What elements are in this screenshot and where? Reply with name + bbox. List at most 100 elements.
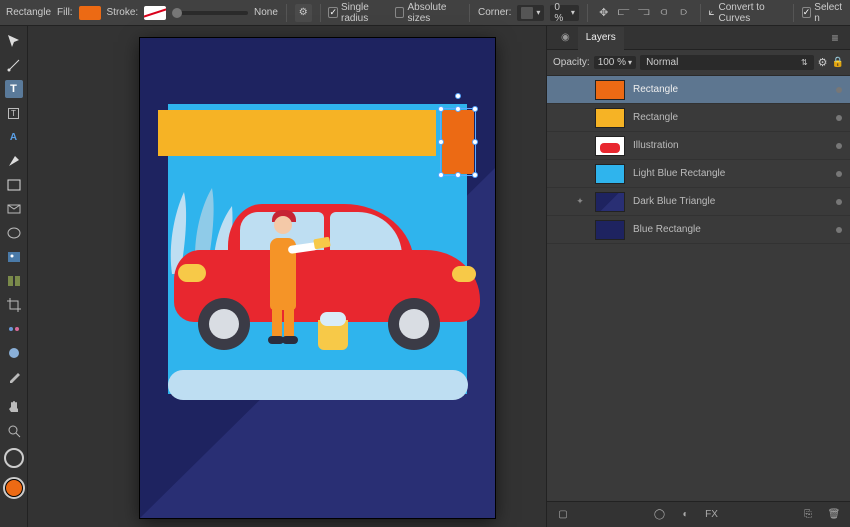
opacity-label: Opacity: <box>553 57 590 68</box>
move-tool[interactable] <box>5 32 23 50</box>
rotate-handle[interactable] <box>455 93 461 99</box>
resize-handle[interactable] <box>472 139 478 145</box>
absolute-sizes-checkbox[interactable]: Absolute sizes <box>395 2 461 24</box>
pan-tool[interactable] <box>5 398 23 416</box>
artboard[interactable] <box>140 38 495 518</box>
separator <box>587 4 588 22</box>
frame-text-tool[interactable]: T <box>5 104 23 122</box>
layer-thumbnail <box>595 80 625 100</box>
fx-button[interactable]: FX <box>704 507 720 523</box>
text-style-tool[interactable]: A <box>5 128 23 146</box>
stroke-swatch[interactable] <box>144 6 166 20</box>
zoom-tool[interactable] <box>5 422 23 440</box>
opacity-field[interactable]: 100 %▾ <box>594 56 636 69</box>
panel-tab-icon[interactable]: ◉ <box>553 26 578 49</box>
corner-value-field[interactable]: 0 %▾ <box>550 5 578 21</box>
pen-tool[interactable] <box>5 152 23 170</box>
select-next-checkbox[interactable]: Select n <box>802 2 844 24</box>
selection-bounding-box <box>440 108 476 176</box>
layer-options-icon[interactable]: ⚙ <box>818 56 828 69</box>
headlight <box>178 264 206 282</box>
stepper-icon: ▾ <box>571 8 575 17</box>
layers-tab[interactable]: Layers <box>578 27 624 50</box>
layer-thumbnail <box>595 108 625 128</box>
layers-panel: ◉ Layers ≡ Opacity: 100 %▾ Normal⇅ ⚙ 🔒 R… <box>546 26 850 527</box>
yellow-rectangle-layer[interactable] <box>158 110 436 156</box>
stock-tool[interactable] <box>5 272 23 290</box>
visibility-dot[interactable] <box>836 87 842 93</box>
resize-handle[interactable] <box>455 106 461 112</box>
convert-to-curves-button[interactable]: ⟀ Convert to Curves <box>709 2 785 24</box>
eyedropper-tool[interactable] <box>5 368 23 386</box>
layer-row[interactable]: Light Blue Rectangle <box>547 160 850 188</box>
visibility-dot[interactable] <box>836 143 842 149</box>
stroke-width-slider[interactable] <box>172 11 248 15</box>
layer-name: Rectangle <box>633 84 828 95</box>
layer-row[interactable]: Rectangle <box>547 104 850 132</box>
resize-handle[interactable] <box>472 106 478 112</box>
visibility-dot[interactable] <box>836 171 842 177</box>
crop-tool[interactable] <box>5 296 23 314</box>
layer-row[interactable]: ✦ Dark Blue Triangle <box>547 188 850 216</box>
layer-row[interactable]: Blue Rectangle <box>547 216 850 244</box>
align-horizontal-icon[interactable]: ⫍ <box>616 5 632 21</box>
artistic-text-tool[interactable]: T <box>5 80 23 98</box>
layer-thumbnail <box>595 192 625 212</box>
chevron-down-icon: ▾ <box>536 8 540 17</box>
stepper-icon: ▾ <box>628 58 632 67</box>
blend-mode-dropdown[interactable]: Normal⇅ <box>640 55 814 70</box>
envelope-tool[interactable] <box>5 200 23 218</box>
single-radius-checkbox[interactable]: Single radius <box>328 2 389 24</box>
lock-icon[interactable]: 🔒 <box>832 57 844 68</box>
stroke-style-button[interactable]: ⚙ <box>295 4 312 22</box>
tools-panel: T T A <box>0 26 28 527</box>
panel-menu-icon[interactable]: ≡ <box>826 31 844 45</box>
visibility-dot[interactable] <box>836 199 842 205</box>
align-group: ✥ ⫍ ⫎ ⫏ ⫐ <box>596 5 692 21</box>
visibility-dot[interactable] <box>836 227 842 233</box>
context-toolbar: Rectangle Fill: Stroke: None ⚙ Single ra… <box>0 0 850 26</box>
stroke-label: Stroke: <box>107 7 139 18</box>
taillight <box>452 266 476 282</box>
align-center-icon[interactable]: ⫎ <box>636 5 652 21</box>
mask-icon[interactable]: ◯ <box>652 507 668 523</box>
node-tool[interactable] <box>5 56 23 74</box>
transparency-tool[interactable] <box>5 344 23 362</box>
align-vertical-icon[interactable]: ⫏ <box>656 5 672 21</box>
trash-icon[interactable]: 🗑 <box>826 507 842 523</box>
place-image-tool[interactable] <box>5 248 23 266</box>
fill-color-well[interactable] <box>4 478 24 498</box>
stroke-color-well[interactable] <box>4 448 24 468</box>
layer-name: Rectangle <box>633 112 828 123</box>
resize-handle[interactable] <box>472 172 478 178</box>
gradient-tool[interactable] <box>5 320 23 338</box>
duplicate-icon[interactable]: ⎘ <box>800 507 816 523</box>
stroke-none-label: None <box>254 7 278 18</box>
layer-name: Light Blue Rectangle <box>633 168 828 179</box>
enable-transform-origin-icon[interactable]: ✥ <box>596 5 612 21</box>
bucket <box>318 320 348 350</box>
corner-type-dropdown[interactable]: ▾ <box>517 5 544 21</box>
layer-name: Dark Blue Triangle <box>633 196 828 207</box>
adjustment-icon[interactable]: ◐ <box>678 507 694 523</box>
ellipse-tool[interactable] <box>5 224 23 242</box>
resize-handle[interactable] <box>438 106 444 112</box>
visibility-dot[interactable] <box>836 115 842 121</box>
add-layer-icon[interactable]: ▢ <box>555 507 571 523</box>
resize-handle[interactable] <box>438 139 444 145</box>
fill-label: Fill: <box>57 7 73 18</box>
fill-swatch[interactable] <box>79 6 101 20</box>
resize-handle[interactable] <box>455 172 461 178</box>
layer-type-icon: ✦ <box>573 196 587 207</box>
rectangle-tool[interactable] <box>5 176 23 194</box>
layer-row[interactable]: Rectangle <box>547 76 850 104</box>
layer-row[interactable]: Illustration <box>547 132 850 160</box>
checkbox-icon <box>802 7 812 18</box>
resize-handle[interactable] <box>438 172 444 178</box>
corner-label: Corner: <box>478 7 511 18</box>
layer-name: Blue Rectangle <box>633 224 828 235</box>
checkbox-icon <box>395 7 404 18</box>
distribute-icon[interactable]: ⫐ <box>676 5 692 21</box>
separator <box>700 4 701 22</box>
shape-type-label: Rectangle <box>6 7 51 18</box>
